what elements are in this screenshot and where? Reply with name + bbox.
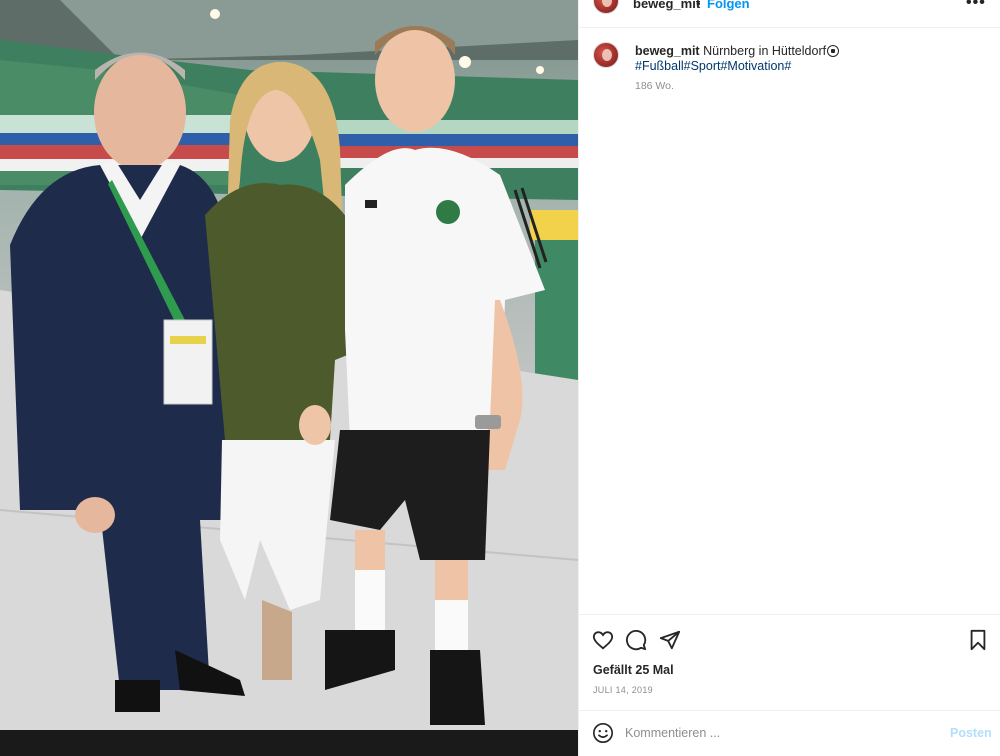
header-separator: • xyxy=(696,0,701,11)
caption-age: 186 Wo. xyxy=(635,80,674,92)
paper-plane-icon[interactable] xyxy=(659,629,681,651)
avatar[interactable] xyxy=(593,0,619,14)
caption-avatar[interactable] xyxy=(593,42,619,68)
caption-username[interactable]: beweg_mit xyxy=(635,44,700,58)
comment-icon[interactable] xyxy=(625,629,647,651)
header-username[interactable]: beweg_mit xyxy=(633,0,700,11)
soccer-ball-icon xyxy=(827,45,840,57)
post-image xyxy=(0,0,578,730)
comment-input[interactable] xyxy=(625,721,935,745)
post-header: beweg_mit • Folgen ••• xyxy=(579,0,1000,28)
caption-line: beweg_mit Nürnberg in Hütteldorf xyxy=(635,44,840,58)
follow-button[interactable]: Folgen xyxy=(707,0,750,11)
post-side-panel: beweg_mit • Folgen ••• beweg_mit Nürnber… xyxy=(578,0,1000,756)
photo-footer-strip xyxy=(0,730,578,756)
post-photo[interactable] xyxy=(0,0,578,730)
more-options-icon[interactable]: ••• xyxy=(966,0,986,12)
post-date: JULI 14, 2019 xyxy=(593,685,653,695)
caption-hashtags[interactable]: #Fußball#Sport#Motivation# xyxy=(635,59,791,73)
heart-icon[interactable] xyxy=(592,629,614,651)
bookmark-icon[interactable] xyxy=(967,629,989,651)
like-count[interactable]: Gefällt 25 Mal xyxy=(593,663,674,677)
post-actions: Gefällt 25 Mal JULI 14, 2019 xyxy=(579,614,1000,710)
post-comment-button[interactable]: Posten xyxy=(950,726,992,740)
caption-text: Nürnberg in Hütteldorf xyxy=(703,44,827,58)
smiley-icon[interactable] xyxy=(592,722,614,744)
comment-bar: Posten xyxy=(579,710,1000,756)
